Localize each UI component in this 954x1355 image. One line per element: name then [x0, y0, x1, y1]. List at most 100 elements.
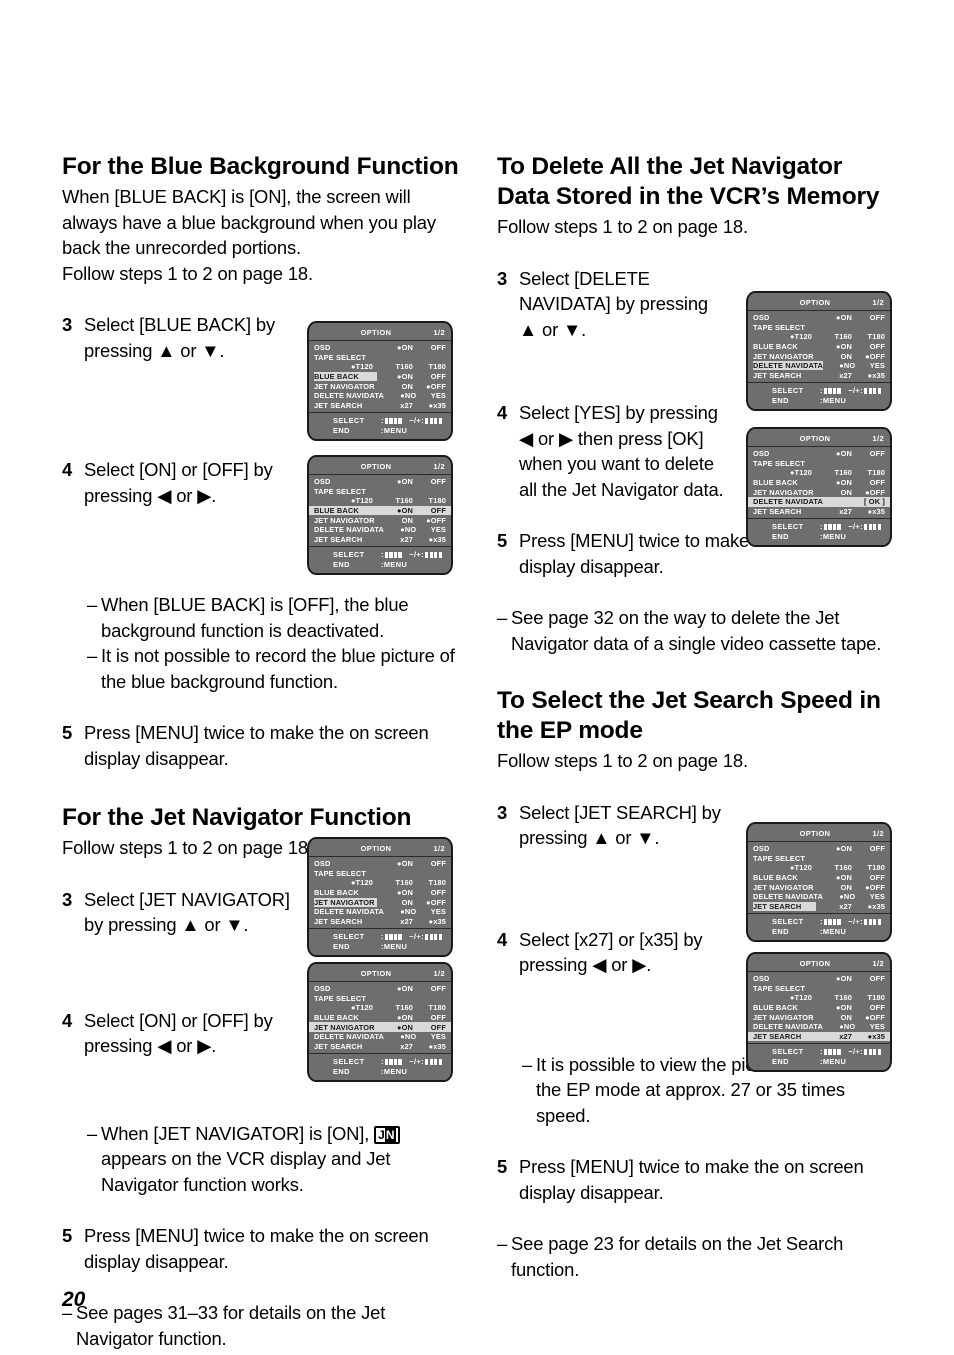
osd-footer-end-label: END	[333, 425, 350, 435]
osd-row-value2: YES	[869, 892, 885, 902]
osd-title-bar: OPTION 1/2	[309, 326, 451, 340]
step-number: 5	[62, 722, 73, 743]
osd-footer-end-value: :MENU	[820, 1056, 847, 1066]
note-jet-navigator-pages: – See pages 31–33 for details on the Jet…	[62, 1300, 460, 1351]
osd-row: DELETE NAVIDATA ●NO YES	[309, 525, 451, 535]
osd-footer-end: END:MENU	[309, 425, 451, 435]
osd-row: ●T120 T160 T180	[748, 993, 890, 1003]
osd-row-value1: T160	[834, 332, 852, 342]
osd-row-value1: T160	[834, 468, 852, 478]
osd-row-value2: T180	[428, 878, 446, 888]
osd-row-label: DELETE NAVIDATA	[314, 391, 384, 401]
osd-row: TAPE SELECT	[309, 869, 451, 879]
osd-row-label: JET SEARCH	[753, 901, 816, 911]
key-glyph-icon	[393, 551, 402, 558]
osd-footer-end-label: END	[772, 1056, 789, 1066]
delete-navidata-follow-steps: Follow steps 1 to 2 on page 18.	[497, 216, 748, 237]
osd-footer-select-label: SELECT	[333, 549, 365, 559]
osd-menu-blue-back-selected: OPTION 1/2 OSD ●ON OFF TAPE SELECT ●T120 T160 T1…	[307, 321, 453, 442]
osd-row-value2: T180	[867, 863, 885, 873]
osd-title: OPTION	[360, 328, 392, 337]
osd-footer-select: SELECT: −/+:	[309, 1056, 451, 1066]
osd-footer-select: SELECT : −/+:	[748, 1046, 890, 1056]
osd-row-label: DELETE NAVIDATA	[314, 1032, 384, 1042]
osd-row-value1: ON	[840, 882, 852, 892]
step-number: 3	[497, 267, 508, 289]
dash-bullet: –	[497, 607, 508, 628]
osd-row-label: JET SEARCH	[753, 1031, 802, 1041]
step-number: 3	[62, 888, 73, 910]
blue-background-intro: When [BLUE BACK] is [ON], the screen wil…	[62, 186, 436, 258]
osd-menu-blue-back-value: OPTION 1/2 OSD ●ON OFF TAPE SELECT ●T120 T160 T1…	[307, 455, 453, 576]
osd-title-bar: OPTION 1/2	[309, 460, 451, 474]
step-3-delete-navidata: 3 Select [DELETE NAVIDATA] by pressing ▲…	[497, 266, 729, 343]
osd-row-label: OSD	[753, 449, 770, 459]
osd-row-label: DELETE NAVIDATA	[753, 892, 823, 902]
key-glyph-icon	[823, 918, 832, 925]
osd-footer-select: SELECT: −/+:	[748, 916, 890, 926]
osd-footer-end-label: END	[772, 926, 789, 936]
osd-page-indicator: 1/2	[872, 959, 884, 968]
osd-row: JET NAVIGATOR ON ●OFF	[309, 897, 451, 907]
osd-row-label: TAPE SELECT	[753, 853, 806, 863]
osd-rows: OSD ●ON OFF TAPE SELECT ●T120 T160 T180 BLUE BA…	[309, 340, 451, 414]
osd-footer-select-value: : −/+:	[381, 416, 442, 425]
key-glyph-icon	[384, 933, 393, 940]
osd-row-label: DELETE NAVIDATA	[753, 361, 823, 371]
osd-row-value2: OFF	[869, 974, 885, 984]
step-text: Select [BLUE BACK] by pressing ▲ or ▼.	[84, 314, 276, 361]
step-5-jet-search: 5 Press [MENU] twice to make the on scre…	[497, 1154, 895, 1205]
dash-bullet: –	[522, 1053, 533, 1075]
osd-footer-end: END:MENU	[309, 1066, 451, 1076]
osd-row-value1: ●ON	[397, 343, 413, 353]
osd-title-bar: OPTION 1/2	[748, 827, 890, 841]
note-text: When [BLUE BACK] is [OFF], the blue back…	[101, 594, 409, 641]
osd-footer-select-label: SELECT	[772, 1046, 804, 1056]
osd-row: BLUE BACK ●ON OFF	[748, 342, 890, 352]
osd-row: DELETE NAVIDATA [ OK ]	[748, 496, 890, 507]
osd-footer-end-label: END	[333, 941, 350, 951]
key-glyph-icon	[832, 1048, 841, 1055]
note-text: See pages 31–33 for details on the Jet N…	[76, 1302, 386, 1349]
osd-row-label: JET NAVIGATOR	[753, 882, 814, 892]
osd-row: TAPE SELECT	[748, 984, 890, 994]
osd-rows: OSD ●ON OFF TAPE SELECT ●T120 T160 T180 BLUE BA…	[309, 981, 451, 1055]
osd-footer-end-label: END	[772, 395, 789, 405]
osd-footer-end-value: :MENU	[820, 395, 847, 405]
key-glyph-icon	[384, 551, 393, 558]
osd-row-value1: ●ON	[836, 844, 852, 854]
osd-row-value1: ●ON	[397, 372, 413, 382]
osd-row-label: JET SEARCH	[314, 400, 363, 410]
osd-row: DELETE NAVIDATA ●NO YES	[748, 892, 890, 902]
osd-title-bar: OPTION 1/2	[309, 842, 451, 856]
step-text: Press [MENU] twice to make the on screen…	[519, 1156, 864, 1203]
osd-row-value2: YES	[430, 1032, 446, 1042]
osd-row-value2: OFF	[869, 873, 885, 883]
osd-row-value2: T180	[867, 332, 885, 342]
osd-row-value2: YES	[869, 361, 885, 371]
osd-row-value1: ●ON	[836, 478, 852, 488]
osd-row-value1: x27	[400, 534, 413, 544]
osd-row: ●T120 T160 T180	[309, 496, 451, 506]
step-number: 5	[497, 530, 508, 551]
osd-row-value2: OFF	[430, 1013, 446, 1023]
step-4-jet-search: 4 Select [x27] or [x35] by pressing ◀ or…	[497, 927, 729, 978]
osd-menu-jet-navigator-on: OPTION 1/2 OSD ●ON OFF TAPE SELECT ●T120 T160 T1…	[307, 962, 453, 1083]
step-number: 5	[62, 1225, 73, 1246]
osd-row: JET NAVIGATOR ●ON OFF	[309, 1022, 451, 1032]
osd-footer: SELECT: −/+: END:MENU	[748, 914, 890, 936]
osd-row-label: DELETE NAVIDATA	[753, 497, 823, 507]
key-glyph-icon	[393, 417, 402, 424]
osd-row-label: BLUE BACK	[314, 372, 377, 382]
jet-search-follow-steps: Follow steps 1 to 2 on page 18.	[497, 750, 748, 771]
osd-row: JET SEARCH x27 ●x35	[309, 401, 451, 411]
step-text: Select [DELETE NAVIDATA] by pressing ▲ o…	[519, 267, 708, 340]
osd-footer-select-value: : −/+:	[820, 1047, 881, 1056]
osd-menu-delete-navidata-ok: OPTION 1/2 OSD ●ON OFF TAPE SELECT ●T120 T160 T1…	[746, 427, 892, 548]
osd-row: OSD ●ON OFF	[309, 477, 451, 487]
osd-row-label: OSD	[314, 343, 331, 353]
key-glyph-icon	[823, 523, 832, 530]
step-text: Select [JET NAVIGATOR] by pressing ▲ or …	[84, 888, 290, 936]
osd-footer-select-value: : −/+:	[381, 932, 442, 941]
osd-row-value2: OFF	[869, 313, 885, 323]
